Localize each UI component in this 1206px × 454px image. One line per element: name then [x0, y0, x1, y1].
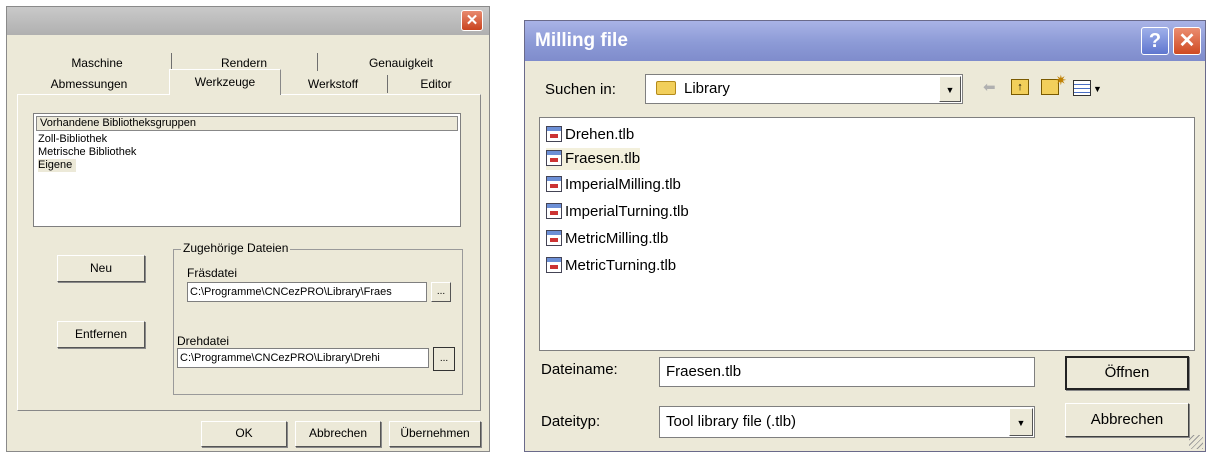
title-bar: Milling file ? ✕ [525, 21, 1205, 61]
turning-file-field[interactable]: C:\Programme\CNCezPRO\Library\Drehi [177, 348, 429, 368]
chevron-down-icon[interactable]: ▼ [939, 76, 961, 102]
file-name: ImperialMilling.tlb [565, 176, 681, 193]
file-icon [546, 126, 562, 143]
remove-button[interactable]: Entfernen [57, 321, 145, 348]
browse-turning-button[interactable]: ... [433, 347, 455, 371]
options-dialog: ✕ Maschine Rendern Genauigkeit Abmessung… [6, 6, 490, 452]
file-name: MetricMilling.tlb [565, 230, 669, 247]
dialog-title: Milling file [535, 30, 628, 51]
close-icon[interactable]: ✕ [1173, 27, 1201, 55]
filename-label: Dateiname: [541, 361, 618, 378]
back-arrow-icon[interactable]: ⬅ [983, 79, 996, 97]
list-item-selected[interactable]: Fraesen.tlb [546, 148, 641, 170]
group-label: Zugehörige Dateien [181, 241, 291, 255]
help-icon[interactable]: ? [1141, 27, 1169, 55]
title-bar: ✕ [7, 7, 489, 35]
file-icon [546, 230, 562, 247]
tab-abmessungen[interactable]: Abmessungen [19, 75, 159, 93]
close-icon[interactable]: ✕ [461, 10, 483, 31]
file-open-dialog: Milling file ? ✕ Suchen in: Library ▼ ⬅ … [524, 20, 1206, 452]
view-menu-icon[interactable] [1073, 80, 1091, 96]
browse-milling-button[interactable]: ... [431, 282, 451, 302]
look-in-label: Suchen in: [545, 81, 616, 98]
list-item[interactable]: MetricMilling.tlb [546, 228, 668, 250]
file-icon [546, 257, 562, 274]
list-item[interactable]: Metrische Bibliothek [38, 146, 136, 159]
ok-button[interactable]: OK [201, 421, 287, 447]
resize-grip-icon[interactable] [1189, 435, 1203, 449]
tab-divider [317, 53, 318, 71]
milling-file-label: Fräsdatei [187, 266, 238, 280]
filetype-combo[interactable]: Tool library file (.tlb) ▼ [659, 406, 1035, 438]
file-list[interactable]: Drehen.tlb Fraesen.tlb ImperialMilling.t… [539, 117, 1195, 351]
open-button[interactable]: Öffnen [1065, 356, 1189, 390]
file-name: Fraesen.tlb [565, 150, 641, 167]
tab-divider [387, 75, 388, 93]
filename-input[interactable]: Fraesen.tlb [659, 357, 1035, 387]
cancel-button[interactable]: Abbrechen [295, 421, 381, 447]
new-button[interactable]: Neu [57, 255, 145, 282]
filetype-label: Dateityp: [541, 413, 601, 430]
tab-editor[interactable]: Editor [391, 75, 481, 93]
turning-file-label: Drehdatei [177, 334, 230, 348]
list-header: Vorhandene Bibliotheksgruppen [36, 116, 458, 131]
tab-genauigkeit[interactable]: Genauigkeit [321, 54, 481, 72]
look-in-value: Library [684, 80, 730, 97]
list-item[interactable]: ImperialMilling.tlb [546, 174, 681, 196]
file-icon [546, 203, 562, 220]
tab-maschine[interactable]: Maschine [27, 54, 167, 72]
list-item[interactable]: ImperialTurning.tlb [546, 201, 689, 223]
library-group-list[interactable]: Vorhandene Bibliotheksgruppen Zoll-Bibli… [33, 113, 461, 227]
list-item[interactable]: Drehen.tlb [546, 124, 634, 146]
filetype-value: Tool library file (.tlb) [666, 413, 797, 430]
cancel-button[interactable]: Abbrechen [1065, 403, 1189, 437]
file-icon [546, 176, 562, 193]
list-item[interactable]: Zoll-Bibliothek [38, 133, 107, 146]
up-folder-icon[interactable]: ↑ [1011, 79, 1029, 95]
list-item[interactable]: MetricTurning.tlb [546, 255, 676, 277]
chevron-down-icon[interactable]: ▼ [1093, 80, 1102, 98]
file-name: MetricTurning.tlb [565, 257, 677, 274]
file-name: Drehen.tlb [565, 126, 635, 143]
sparkle-icon: ✷ [1055, 72, 1067, 88]
tab-werkzeuge[interactable]: Werkzeuge [169, 69, 281, 95]
file-name: ImperialTurning.tlb [565, 203, 689, 220]
apply-button[interactable]: Übernehmen [389, 421, 481, 447]
milling-file-field[interactable]: C:\Programme\CNCezPRO\Library\Fraes [187, 282, 427, 302]
file-icon [546, 150, 562, 167]
tab-werkstoff[interactable]: Werkstoff [283, 75, 383, 93]
look-in-combo[interactable]: Library ▼ [645, 74, 963, 104]
list-item-selected[interactable]: Eigene [38, 159, 77, 172]
chevron-down-icon[interactable]: ▼ [1009, 408, 1033, 436]
folder-icon [656, 81, 676, 95]
